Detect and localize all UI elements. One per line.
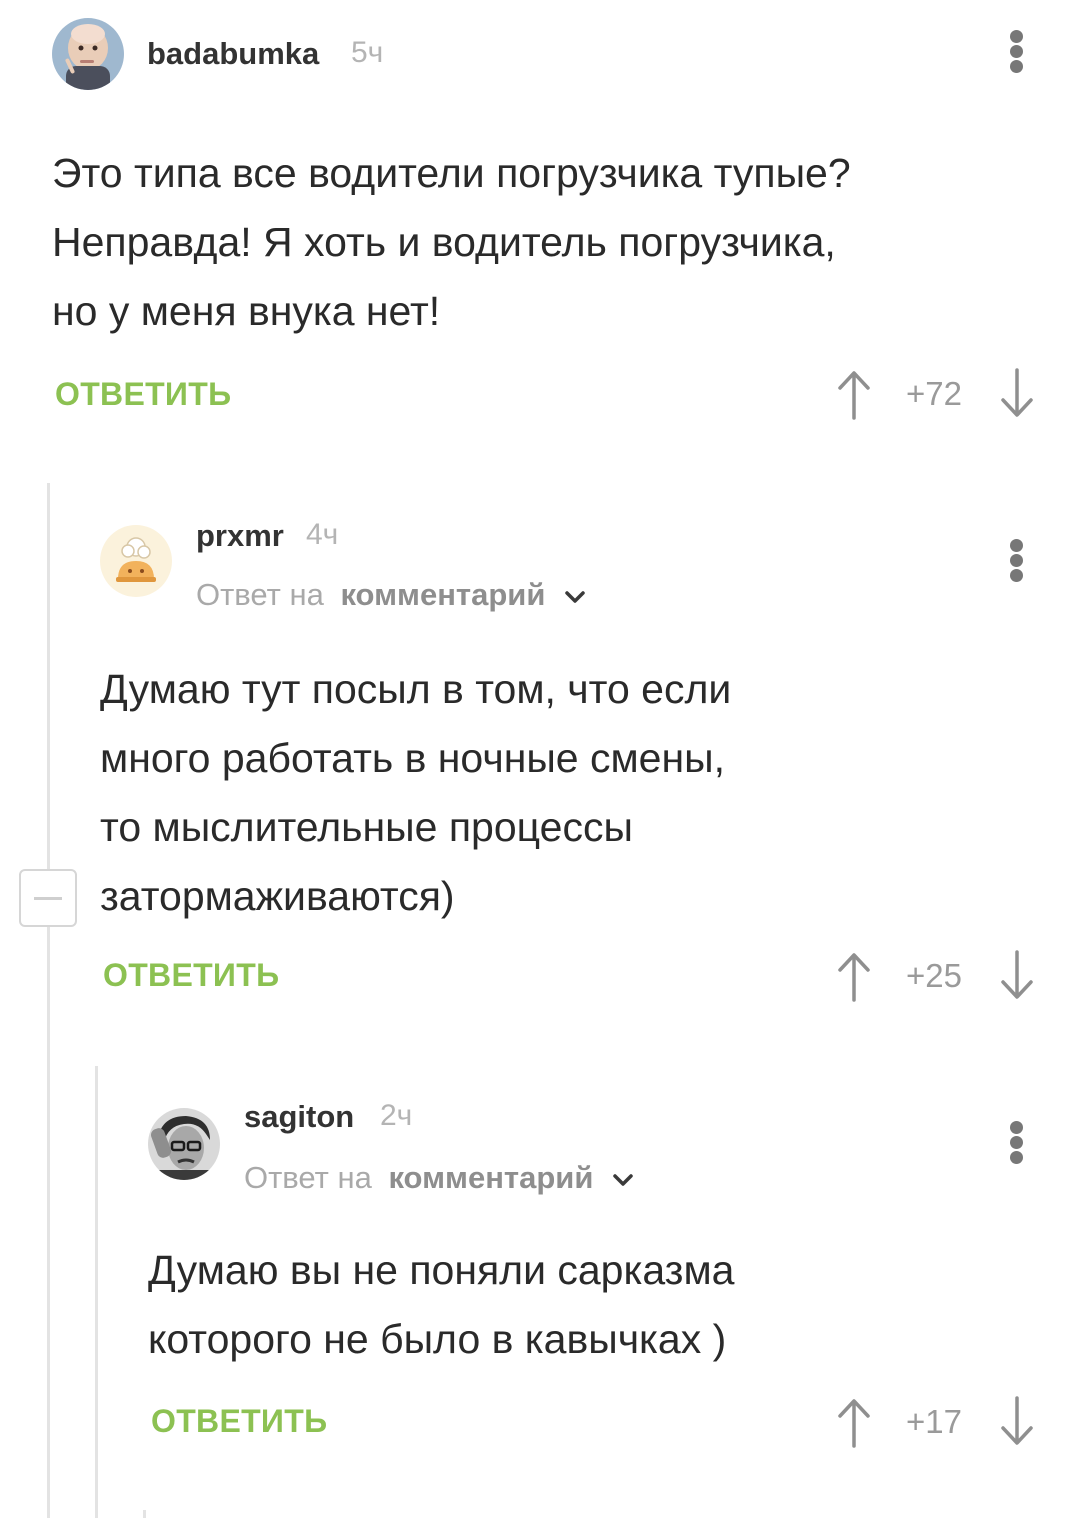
username[interactable]: sagiton [244, 1099, 354, 1135]
reply-button[interactable]: ОТВЕТИТЬ [151, 1403, 327, 1440]
more-vertical-icon[interactable] [1002, 1117, 1032, 1167]
comment-line: которого не было в кавычках ) [148, 1316, 727, 1362]
comment-sagiton: sagiton 2ч Ответ на комментарий Думаю вы… [0, 0, 1080, 1518]
downvote-arrow-icon[interactable] [997, 1396, 1037, 1448]
timestamp: 2ч [380, 1099, 413, 1132]
reply-to-prefix: Ответ на [244, 1160, 372, 1195]
reply-to-link[interactable]: Ответ на комментарий [244, 1160, 634, 1196]
rating-count: +17 [906, 1403, 962, 1440]
upvote-arrow-icon[interactable] [834, 1396, 874, 1448]
comment-text: Думаю вы не поняли сарказма которого не … [148, 1236, 734, 1374]
chevron-down-icon[interactable] [612, 1173, 634, 1187]
avatar[interactable] [148, 1108, 220, 1180]
reply-to-target[interactable]: комментарий [388, 1160, 593, 1195]
comment-line: Думаю вы не поняли сарказма [148, 1247, 735, 1293]
